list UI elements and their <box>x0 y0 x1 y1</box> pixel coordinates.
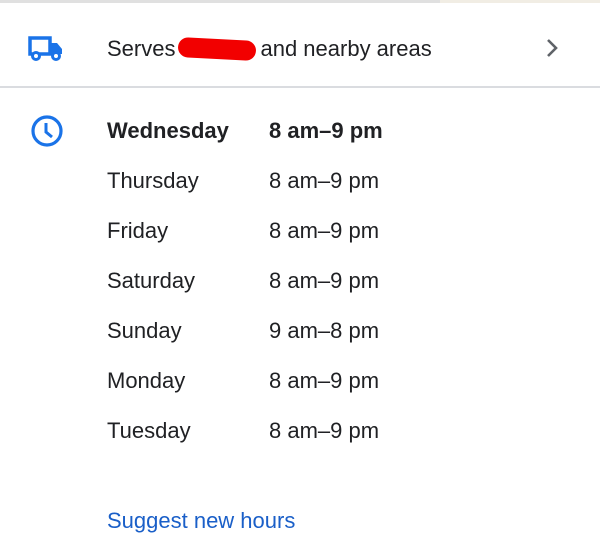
suggest-new-hours-link[interactable]: Suggest new hours <box>107 508 295 534</box>
section-divider <box>0 86 600 88</box>
hours-value: 8 am–9 pm <box>269 118 383 143</box>
hours-value: 9 am–8 pm <box>269 318 380 343</box>
hours-value: 8 am–9 pm <box>269 268 380 293</box>
hours-value: 8 am–9 pm <box>269 418 380 443</box>
day-label: Monday <box>107 368 186 393</box>
day-label: Sunday <box>107 318 182 343</box>
redacted-zip <box>178 36 257 62</box>
day-label: Friday <box>107 218 169 243</box>
hours-value: 8 am–9 pm <box>269 168 380 193</box>
clock-icon <box>31 115 63 147</box>
chevron-right-icon[interactable] <box>544 37 560 59</box>
serves-suffix: and nearby areas <box>260 36 432 61</box>
service-area-row[interactable]: Serves and nearby areas <box>0 4 600 86</box>
serves-label: Serves <box>107 36 176 61</box>
service-area-text: Serves and nearby areas <box>107 36 432 62</box>
truck-icon <box>28 36 62 61</box>
hours-value: 8 am–9 pm <box>269 368 380 393</box>
day-label: Thursday <box>107 168 199 193</box>
day-label: Wednesday <box>107 118 229 143</box>
day-label: Saturday <box>107 268 196 293</box>
map-edge <box>440 0 600 3</box>
hours-value: 8 am–9 pm <box>269 218 380 243</box>
day-label: Tuesday <box>107 418 191 443</box>
